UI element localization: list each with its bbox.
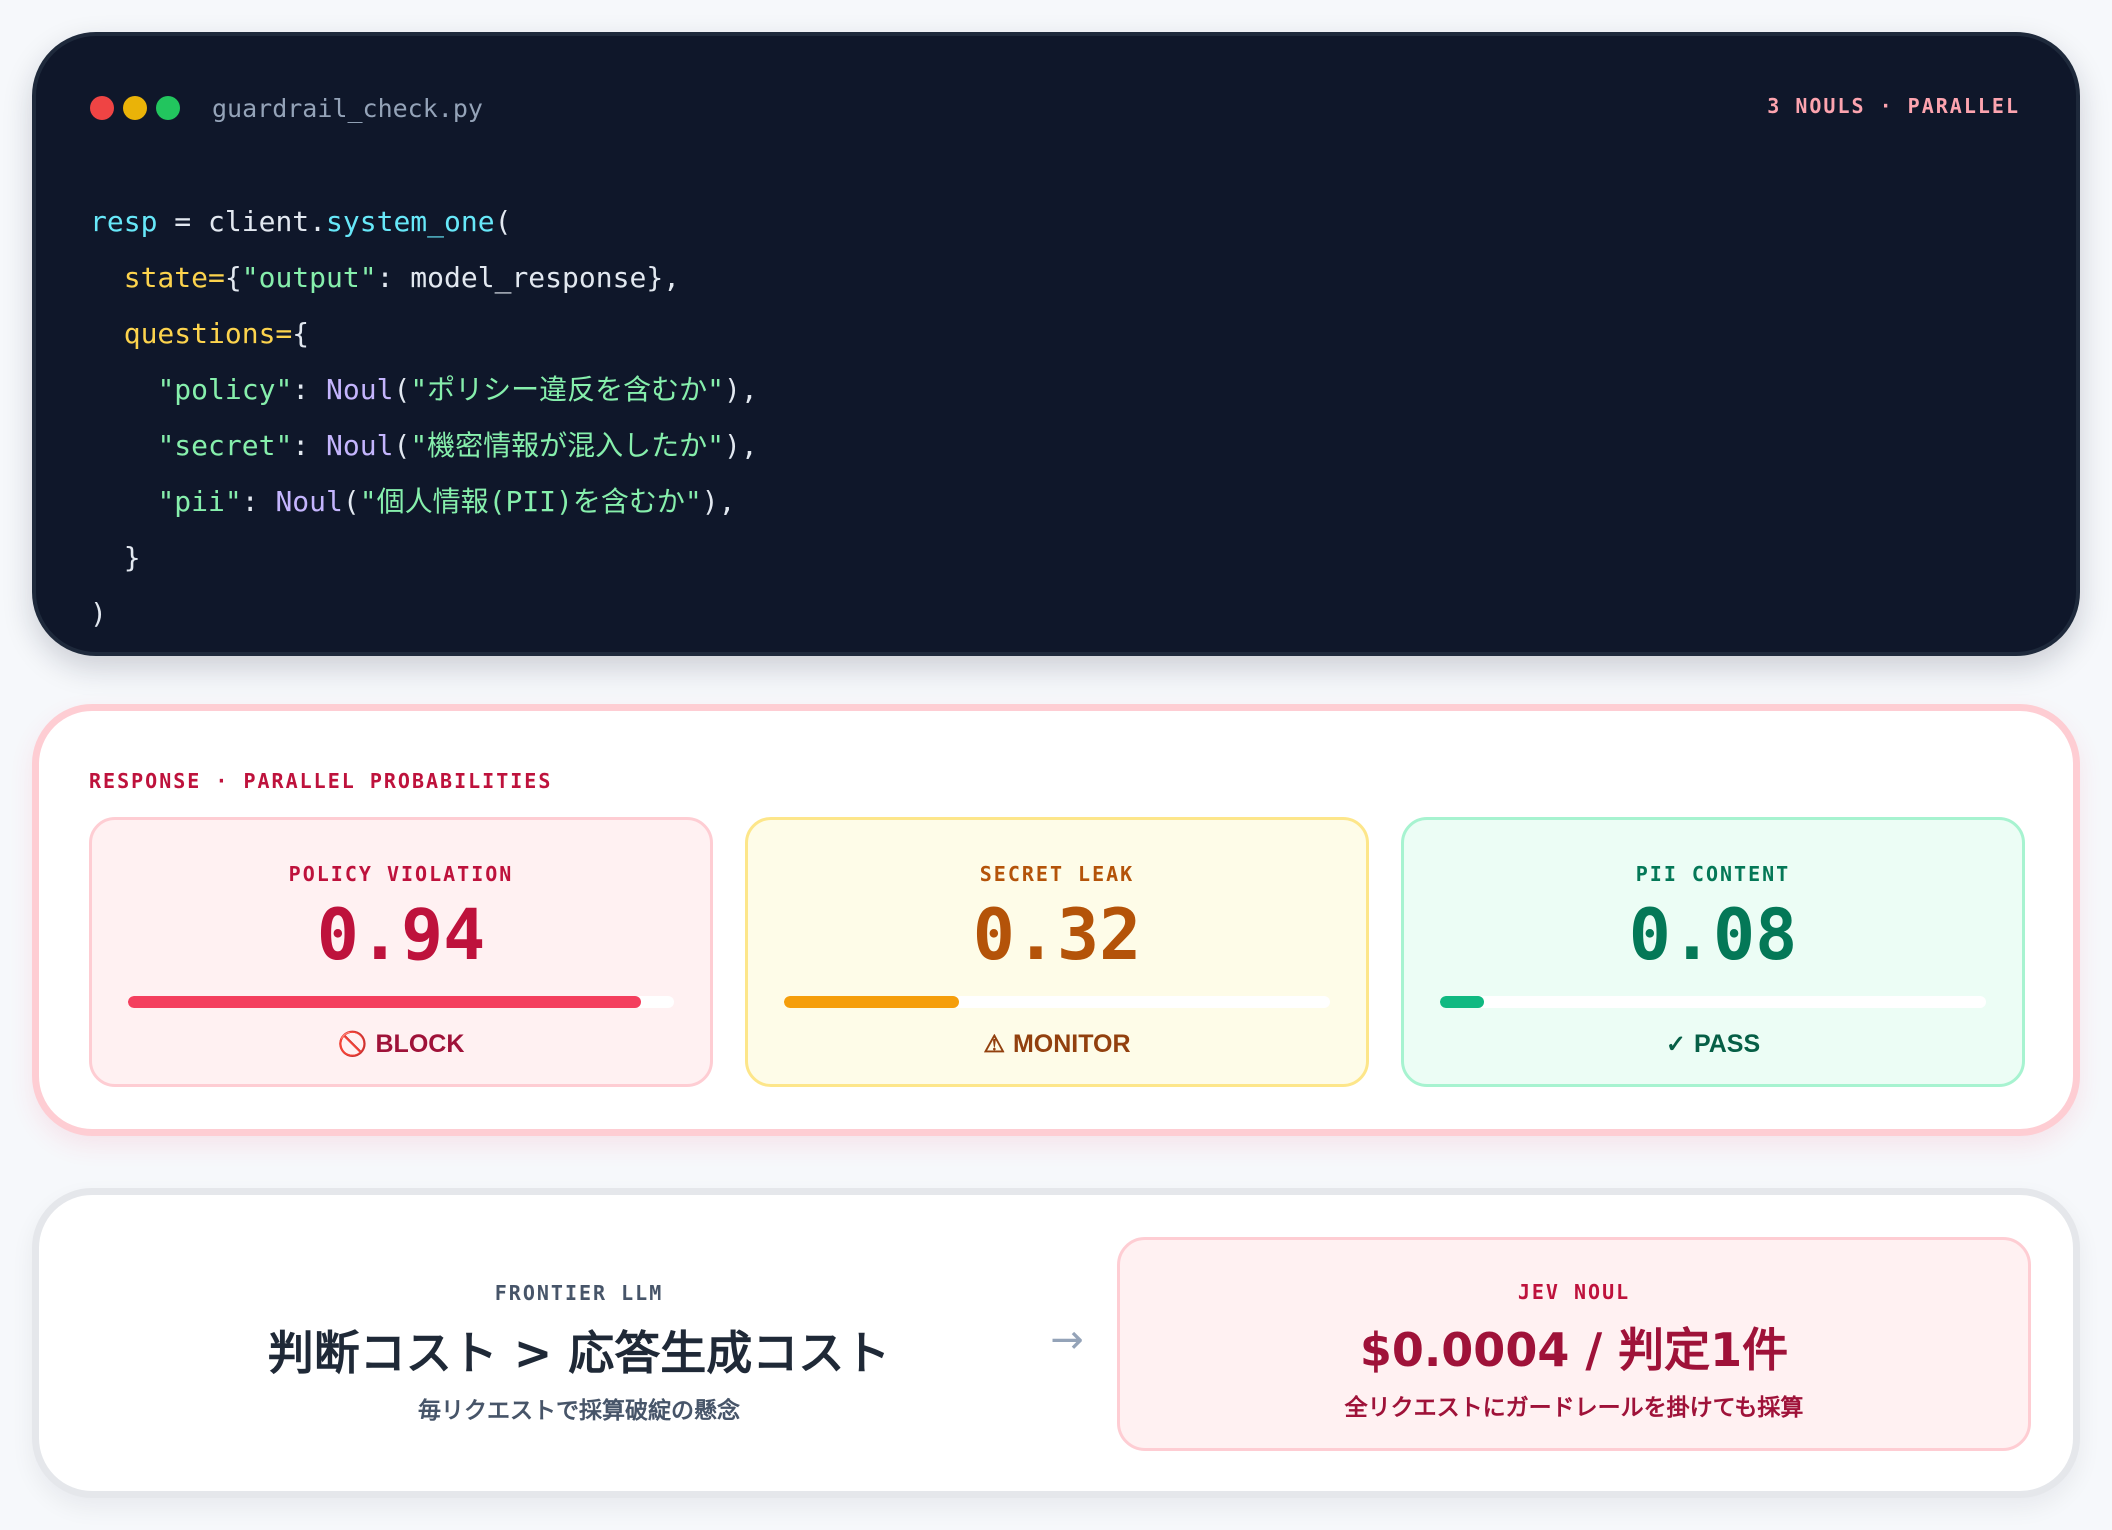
code-token: } (90, 541, 141, 574)
code-line: } (90, 530, 758, 586)
code-token: "個人情報(PII)を含むか" (359, 485, 702, 518)
metric-value: 0.08 (1628, 894, 1798, 976)
code-token: : (292, 429, 327, 462)
code-token: Noul (326, 429, 394, 462)
arrow-right-icon: → (1050, 1317, 1084, 1363)
code-line: resp = client.system_one( (90, 194, 758, 250)
code-token: "policy" (157, 373, 293, 406)
metric-label: POLICY VIOLATION (288, 862, 514, 886)
code-token: state= (123, 261, 225, 294)
metric-card-policy: POLICY VIOLATION 0.94 🚫 BLOCK (89, 817, 713, 1087)
response-card: RESPONSE · PARALLEL PROBABILITIES POLICY… (32, 704, 2080, 1136)
response-label: RESPONSE · PARALLEL PROBABILITIES (89, 769, 553, 793)
code-token: "機密情報が混入したか" (410, 429, 725, 462)
code-line: "secret": Noul("機密情報が混入したか"), (90, 418, 758, 474)
minimize-dot-icon (123, 96, 147, 120)
probability-bar-fill (784, 996, 959, 1008)
panel-label: FRONTIER LLM (494, 1281, 664, 1305)
code-line: "policy": Noul("ポリシー違反を含むか"), (90, 362, 758, 418)
code-card: guardrail_check.py 3 NOULS · PARALLEL re… (32, 32, 2080, 656)
panel-subtitle: 全リクエストにガードレールを掛けても採算 (1344, 1395, 1804, 1421)
cost-comparison-card: FRONTIER LLM 判断コスト > 応答生成コスト 毎リクエストで採算破綻… (32, 1188, 2080, 1498)
code-token: ), (724, 373, 758, 406)
window-controls (90, 96, 180, 120)
code-line: state={"output": model_response}, (90, 250, 758, 306)
panel-title: $0.0004 / 判定1件 (1359, 1323, 1789, 1377)
code-token: ), (724, 429, 758, 462)
metric-label: PII CONTENT (1635, 862, 1791, 886)
panel-label: JEV NOUL (1517, 1280, 1631, 1304)
code-token: ), (701, 485, 736, 518)
verdict-label: PASS (1693, 1030, 1761, 1058)
probability-bar (784, 996, 1330, 1008)
verdict: 🚫 BLOCK (92, 1030, 710, 1059)
metric-label: SECRET LEAK (979, 862, 1135, 886)
probability-bar (128, 996, 674, 1008)
metric-card-pii: PII CONTENT 0.08 ✓ PASS (1401, 817, 2025, 1087)
close-dot-icon (90, 96, 114, 120)
code-token: ( (494, 205, 512, 238)
block-icon: 🚫 (337, 1031, 368, 1058)
code-token: system_one (326, 205, 495, 238)
code-token: ) (90, 597, 107, 630)
code-line: "pii": Noul("個人情報(PII)を含むか"), (90, 474, 758, 530)
code-token: ( (342, 485, 360, 518)
code-token: "ポリシー違反を含むか" (410, 373, 725, 406)
verdict-label: MONITOR (1012, 1030, 1131, 1058)
warning-icon: ⚠ (983, 1031, 1005, 1058)
code-tag: 3 NOULS · PARALLEL (1767, 94, 2020, 118)
verdict: ✓ PASS (1404, 1030, 2022, 1059)
verdict-label: BLOCK (375, 1030, 465, 1058)
code-token: resp (90, 205, 158, 238)
code-token: { (224, 261, 242, 294)
maximize-dot-icon (156, 96, 180, 120)
verdict: ⚠ MONITOR (748, 1030, 1366, 1059)
metric-card-secret: SECRET LEAK 0.32 ⚠ MONITOR (745, 817, 1369, 1087)
code-token: "pii" (157, 485, 242, 518)
code-line: questions={ (90, 306, 758, 362)
code-token: : model_response}, (376, 261, 681, 294)
probability-bar-fill (1440, 996, 1484, 1008)
jev-noul-panel: JEV NOUL $0.0004 / 判定1件 全リクエストにガードレールを掛け… (1117, 1237, 2031, 1451)
code-token: "output" (241, 261, 377, 294)
code-token: questions= (123, 317, 293, 350)
code-token: : (241, 485, 276, 518)
code-block: resp = client.system_one( state={"output… (90, 194, 758, 642)
code-token: Noul (275, 485, 343, 518)
panel-subtitle: 毎リクエストで採算破綻の懸念 (418, 1398, 740, 1424)
code-token: ( (393, 373, 411, 406)
metric-value: 0.32 (972, 894, 1142, 976)
probability-bar-fill (128, 996, 642, 1008)
code-token: { (292, 317, 310, 350)
filename: guardrail_check.py (212, 94, 483, 123)
panel-title: 判断コスト > 応答生成コスト (267, 1326, 891, 1380)
code-line: ) (90, 586, 758, 642)
code-token: ( (393, 429, 411, 462)
code-token: = client. (157, 205, 327, 238)
code-token: : (292, 373, 327, 406)
check-icon: ✓ (1665, 1031, 1686, 1058)
code-token: Noul (326, 373, 394, 406)
probability-bar (1440, 996, 1986, 1008)
metric-value: 0.94 (316, 894, 486, 976)
code-token: "secret" (157, 429, 293, 462)
frontier-llm-panel: FRONTIER LLM 判断コスト > 応答生成コスト 毎リクエストで採算破綻… (99, 1195, 1059, 1491)
